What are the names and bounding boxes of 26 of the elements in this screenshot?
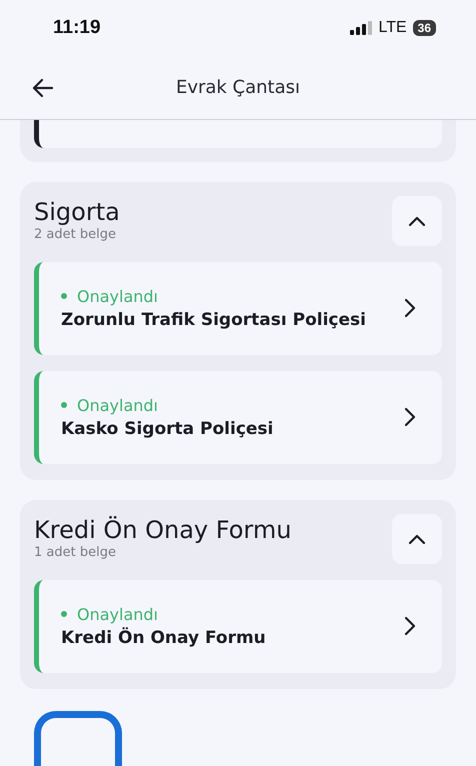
document-name: Kredi Ön Onay Formu (61, 628, 266, 648)
collapse-button[interactable] (392, 514, 442, 564)
document-card[interactable]: Onaylandı Zorunlu Trafik Sigortası Poliçesi (34, 262, 442, 355)
document-count: 2 adet belge (34, 226, 117, 242)
chevron-right-icon (404, 616, 416, 636)
status-label: Onaylandı (77, 396, 158, 415)
battery-level: 36 (412, 20, 436, 36)
document-name: Zorunlu Trafik Sigortası Poliçesi (61, 310, 366, 330)
network-label: LTE (378, 19, 407, 38)
document-card[interactable]: Onaylandı Kasko Sigorta Poliçesi (34, 370, 442, 464)
section-title: Sigorta (34, 198, 120, 226)
section-title: Kredi Ön Onay Formu (34, 516, 292, 544)
document-name: Kasko Sigorta Poliçesi (61, 418, 274, 439)
page-title: Evrak Çantası (176, 77, 300, 98)
chevron-right-icon (404, 298, 416, 318)
chevron-up-icon (407, 532, 427, 545)
signal-icon (350, 21, 372, 36)
status-time: 11:19 (53, 17, 101, 40)
status-label: Onaylandı (77, 286, 158, 306)
chevron-right-icon (404, 407, 416, 428)
tile-icon (34, 710, 122, 766)
status-label: Onaylandı (77, 604, 158, 624)
document-card[interactable]: Onaylandı Kredi Ön Onay Formu (34, 580, 442, 673)
document-count: 1 adet belge (34, 544, 117, 560)
collapse-button[interactable] (392, 196, 442, 246)
chevron-up-icon (407, 214, 427, 227)
